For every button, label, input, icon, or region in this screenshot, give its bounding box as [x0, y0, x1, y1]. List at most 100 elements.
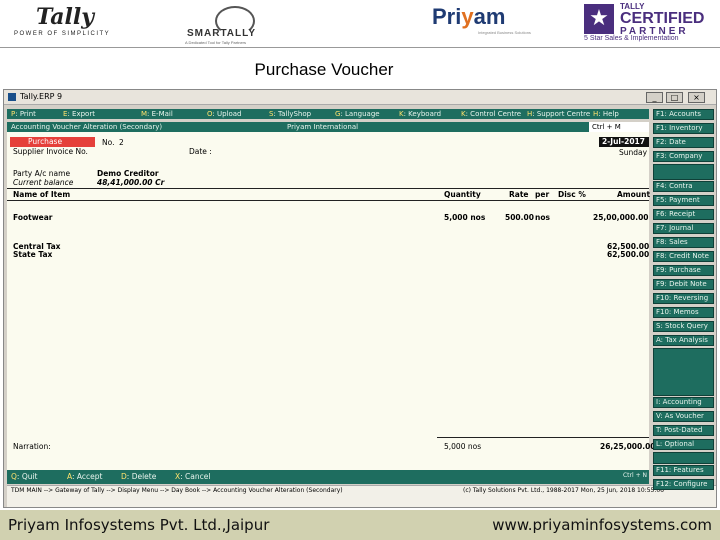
footer-company: Priyam Infosystems Pvt. Ltd.,Jaipur: [8, 516, 270, 534]
bottom-button-bar: Q: Quit A: Accept D: Delete X: Cancel Ct…: [7, 470, 649, 484]
voucher-day: Sunday: [619, 148, 648, 157]
menu-upload[interactable]: O: Upload: [207, 109, 242, 119]
menu-support-centre[interactable]: H: Support Centre: [527, 109, 590, 119]
smartally-logo-tagline: A Dedicated Tool for Tally Partners: [185, 40, 246, 45]
voucher-form: Purchase No. 2 2-Jul-2017 Sunday Supplie…: [7, 132, 656, 470]
total-line: [437, 437, 649, 438]
party-label: Party A/c name: [13, 169, 71, 178]
credit-note-button[interactable]: F8: Credit Note: [653, 251, 714, 262]
delete-button[interactable]: D: Delete: [121, 472, 156, 481]
optional-button[interactable]: L: Optional: [653, 439, 714, 450]
f3-company-button[interactable]: F3: Company: [653, 151, 714, 162]
menu-control-centre[interactable]: K: Control Centre: [461, 109, 521, 119]
voucher-type: Purchase: [28, 137, 63, 146]
quit-button[interactable]: Q: Quit: [11, 472, 38, 481]
top-menu-bar: P: Print E: Export M: E-Mail O: Upload S…: [7, 109, 649, 119]
balance-value: 48,41,000.00 Cr: [97, 178, 165, 187]
cert-line-2: CERTIFIED: [620, 10, 705, 27]
supplier-invoice-label: Supplier Invoice No.: [13, 147, 88, 156]
balance-label: Current balance: [13, 178, 74, 187]
post-dated-button[interactable]: T: Post-Dated: [653, 425, 714, 436]
col-quantity: Quantity: [444, 190, 481, 199]
f10-reversing-button[interactable]: F10: Reversing: [653, 293, 714, 304]
f5-payment-button[interactable]: F5: Payment: [653, 195, 714, 206]
menu-export[interactable]: E: Export: [63, 109, 95, 119]
f8-sales-button[interactable]: F8: Sales: [653, 237, 714, 248]
window-titlebar: Tally.ERP 9 _ □ ×: [4, 90, 716, 105]
f7-journal-button[interactable]: F7: Journal: [653, 223, 714, 234]
voucher-type-box[interactable]: Purchase: [10, 137, 95, 147]
maximize-button[interactable]: □: [666, 92, 683, 103]
col-amount: Amount: [617, 190, 651, 199]
cert-subtitle: 5 Star Sales & Implementation: [584, 35, 679, 42]
logo-bar: Tally POWER OF SIMPLICITY SMARTALLY A De…: [0, 0, 720, 48]
f10-memos-button[interactable]: F10: Memos: [653, 307, 714, 318]
menu-print[interactable]: P: Print: [11, 109, 36, 119]
col-disc: Disc %: [558, 190, 586, 199]
tax-name: State Tax: [13, 250, 53, 259]
ctrl-m-label: Ctrl + M: [592, 123, 621, 131]
voucher-date-box[interactable]: 2-Jul-2017: [599, 137, 649, 147]
window-title: Tally.ERP 9: [20, 92, 63, 101]
invoice-date-label: Date :: [189, 147, 212, 156]
item-name: Footwear: [13, 213, 53, 222]
f9-purchase-button[interactable]: F9: Purchase: [653, 265, 714, 276]
col-per: per: [535, 190, 550, 199]
screen-header: Accounting Voucher Alteration (Secondary…: [7, 122, 649, 132]
tally-window: Tally.ERP 9 _ □ × P: Print E: Export M: …: [3, 89, 717, 508]
slide-footer: Priyam Infosystems Pvt. Ltd.,Jaipur www.…: [0, 510, 720, 540]
voucher-date: 2-Jul-2017: [601, 137, 645, 146]
priyam-logo: Priyam: [432, 4, 505, 30]
f4-contra-button[interactable]: F4: Contra: [653, 181, 714, 192]
table-header-line: [7, 200, 649, 201]
menu-keyboard[interactable]: K: Keyboard: [399, 109, 441, 119]
item-qty: 5,000 nos: [444, 213, 486, 222]
f11-features-button[interactable]: F11: Features: [653, 465, 714, 476]
voucher-number: 2: [119, 138, 124, 147]
col-name-of-item: Name of Item: [13, 190, 71, 199]
party-name[interactable]: Demo Creditor: [97, 169, 159, 178]
accounting-button[interactable]: I: Accounting: [653, 397, 714, 408]
slide-title: Purchase Voucher: [254, 60, 394, 79]
as-voucher-button[interactable]: V: As Voucher: [653, 411, 714, 422]
button-gap: [653, 452, 714, 464]
voucher-number-label: No.: [102, 138, 115, 147]
priyam-logo-part-3: am: [473, 4, 506, 29]
smartally-logo-word: SMARTALLY: [187, 28, 256, 39]
item-per: nos: [535, 213, 550, 222]
screen-title: Accounting Voucher Alteration (Secondary…: [11, 123, 163, 131]
menu-help[interactable]: H: Help: [593, 109, 619, 119]
footer-website: www.priyaminfosystems.com: [492, 516, 712, 534]
company-name: Priyam International: [287, 123, 359, 131]
accept-button[interactable]: A: Accept: [67, 472, 102, 481]
menu-email[interactable]: M: E-Mail: [141, 109, 173, 119]
narration-label: Narration:: [13, 442, 51, 451]
f1-accounts-button[interactable]: F1: Accounts: [653, 109, 714, 120]
debit-note-button[interactable]: F9: Debit Note: [653, 279, 714, 290]
tally-logo-tagline: POWER OF SIMPLICITY: [14, 31, 111, 37]
tax-analysis-button[interactable]: A: Tax Analysis: [653, 335, 714, 346]
tally-app-icon: [8, 93, 16, 101]
minimize-button[interactable]: _: [646, 92, 663, 103]
cancel-button[interactable]: X: Cancel: [175, 472, 210, 481]
tax-amount: 62,500.00: [607, 250, 650, 259]
ctrl-m-box[interactable]: Ctrl + M: [589, 122, 649, 132]
status-right: (c) Tally Solutions Pvt. Ltd., 1988-2017…: [463, 487, 664, 494]
star-icon: ★: [584, 4, 614, 34]
tally-logo-word: Tally: [36, 4, 95, 30]
close-button[interactable]: ×: [688, 92, 705, 103]
priyam-logo-part-1: Pri: [432, 4, 462, 29]
priyam-logo-part-2: y: [461, 4, 474, 29]
total-amount: 26,25,000.00: [600, 442, 656, 451]
stock-query-button[interactable]: S: Stock Query: [653, 321, 714, 332]
priyam-logo-tagline: Integrated Business Solutions: [478, 30, 531, 35]
item-amount: 25,00,000.00: [593, 213, 649, 222]
tally-logo: Tally POWER OF SIMPLICITY: [14, 4, 124, 40]
f6-receipt-button[interactable]: F6: Receipt: [653, 209, 714, 220]
menu-language[interactable]: G: Language: [335, 109, 380, 119]
status-bar: TDM MAIN --> Gateway of Tally --> Displa…: [7, 485, 716, 497]
menu-tallyshop[interactable]: S: TallyShop: [269, 109, 311, 119]
f12-configure-button[interactable]: F12: Configure: [653, 479, 714, 490]
f2-date-button[interactable]: F2: Date: [653, 137, 714, 148]
f1-inventory-button[interactable]: F1: Inventory: [653, 123, 714, 134]
